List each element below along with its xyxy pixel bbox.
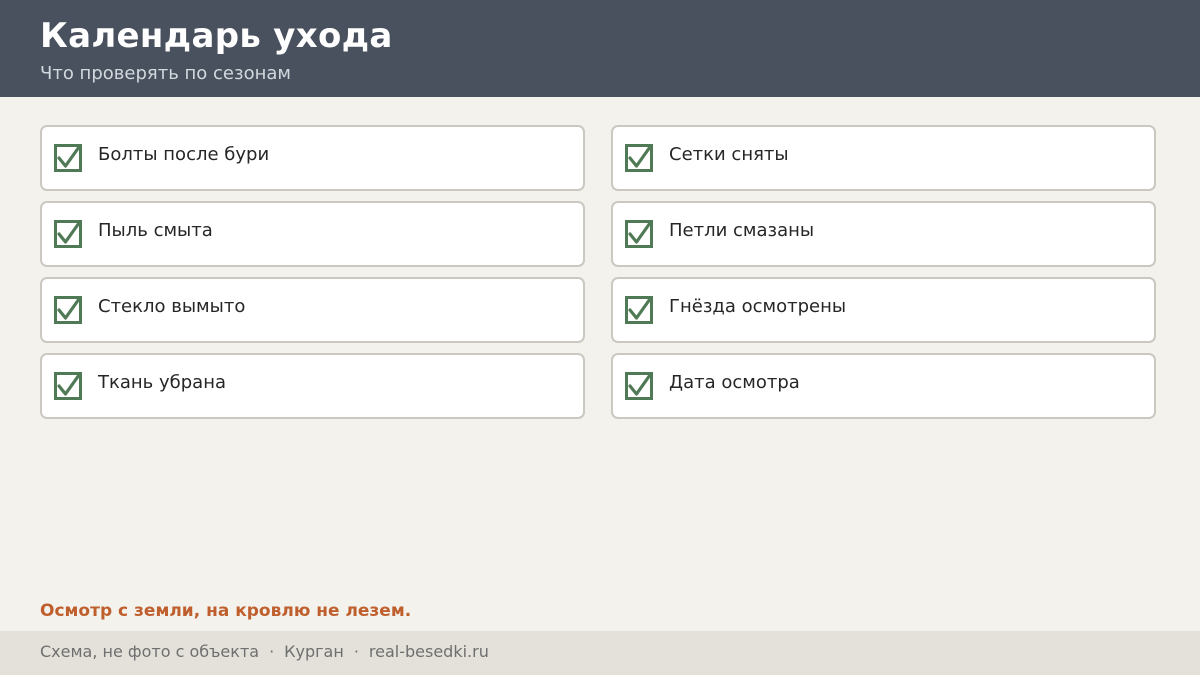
checklist-item[interactable]: Болты после бури: [40, 125, 585, 191]
checklist-item[interactable]: Пыль смыта: [40, 201, 585, 267]
checkbox-checked-icon[interactable]: [625, 144, 653, 172]
footer-line: Схема, не фото с объекта · Курган · real-bes…: [40, 641, 489, 663]
header: Календарь ухода Что проверять по сезонам: [0, 0, 1200, 97]
checklist-item-label: Болты после бури: [98, 144, 270, 165]
checklist-grid: Болты после бури Сетки сняты Пыль смыта …: [40, 125, 1156, 419]
checklist-item[interactable]: Сетки сняты: [611, 125, 1156, 191]
footer-city: Курган: [284, 642, 344, 661]
checklist-item[interactable]: Дата осмотра: [611, 353, 1156, 419]
checklist-item-label: Дата осмотра: [669, 372, 800, 393]
checklist-item[interactable]: Гнёзда осмотрены: [611, 277, 1156, 343]
checkbox-checked-icon[interactable]: [54, 296, 82, 324]
checklist-item-label: Сетки сняты: [669, 144, 789, 165]
footer: Схема, не фото с объекта · Курган · real-bes…: [0, 631, 1200, 675]
checkbox-checked-icon[interactable]: [625, 296, 653, 324]
checkbox-checked-icon[interactable]: [625, 372, 653, 400]
page-subtitle: Что проверять по сезонам: [40, 63, 291, 84]
footer-separator: ·: [353, 642, 359, 661]
footer-site-link[interactable]: real-besedki.ru: [369, 642, 489, 661]
checklist-item-label: Стекло вымыто: [98, 296, 246, 317]
checklist-item[interactable]: Петли смазаны: [611, 201, 1156, 267]
footer-note: Схема, не фото с объекта: [40, 642, 260, 661]
checkbox-checked-icon[interactable]: [54, 220, 82, 248]
checklist-item-label: Петли смазаны: [669, 220, 815, 241]
warning-note: Осмотр с земли, на кровлю не лезем.: [40, 601, 412, 621]
checklist-item-label: Пыль смыта: [98, 220, 213, 241]
footer-separator: ·: [269, 642, 275, 661]
checklist-item[interactable]: Стекло вымыто: [40, 277, 585, 343]
page-title: Календарь ухода: [40, 16, 393, 56]
checklist-item-label: Гнёзда осмотрены: [669, 296, 847, 317]
checklist-item[interactable]: Ткань убрана: [40, 353, 585, 419]
checklist-item-label: Ткань убрана: [98, 372, 227, 393]
checkbox-checked-icon[interactable]: [625, 220, 653, 248]
checkbox-checked-icon[interactable]: [54, 372, 82, 400]
checkbox-checked-icon[interactable]: [54, 144, 82, 172]
